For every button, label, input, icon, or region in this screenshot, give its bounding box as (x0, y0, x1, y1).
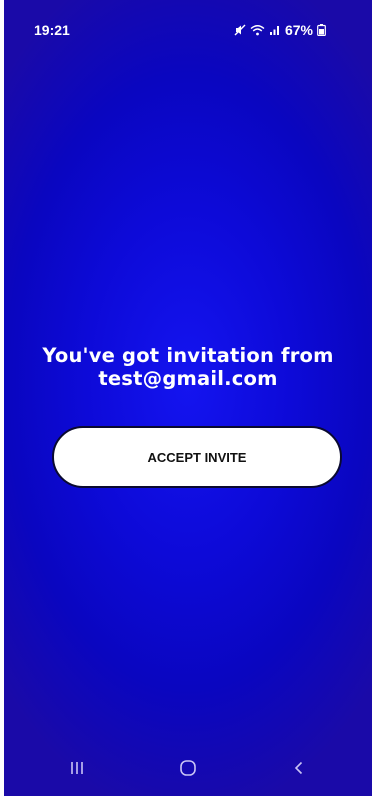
wifi-icon (250, 24, 265, 36)
recent-apps-button[interactable] (47, 748, 107, 788)
battery-percent: 67% (284, 22, 313, 38)
recent-apps-icon (69, 760, 85, 776)
invitation-title-line1: You've got invitation from (42, 344, 334, 367)
home-button[interactable] (158, 748, 218, 788)
invitation-message: You've got invitation from test@gmail.co… (4, 344, 372, 390)
signal-icon (269, 24, 281, 36)
accept-invite-button[interactable]: ACCEPT INVITE (52, 426, 342, 488)
home-icon (179, 759, 197, 777)
status-icons: 67% (234, 22, 326, 38)
back-button[interactable] (269, 748, 329, 788)
navigation-bar (4, 740, 372, 796)
battery-icon (317, 24, 326, 36)
app-screen: 19:21 67% You've got invitation from tes… (4, 0, 372, 796)
status-bar: 19:21 67% (4, 0, 372, 60)
invitation-sender-email: test@gmail.com (98, 367, 278, 390)
status-time: 19:21 (34, 22, 70, 38)
mute-icon (234, 24, 246, 36)
back-icon (292, 760, 306, 776)
